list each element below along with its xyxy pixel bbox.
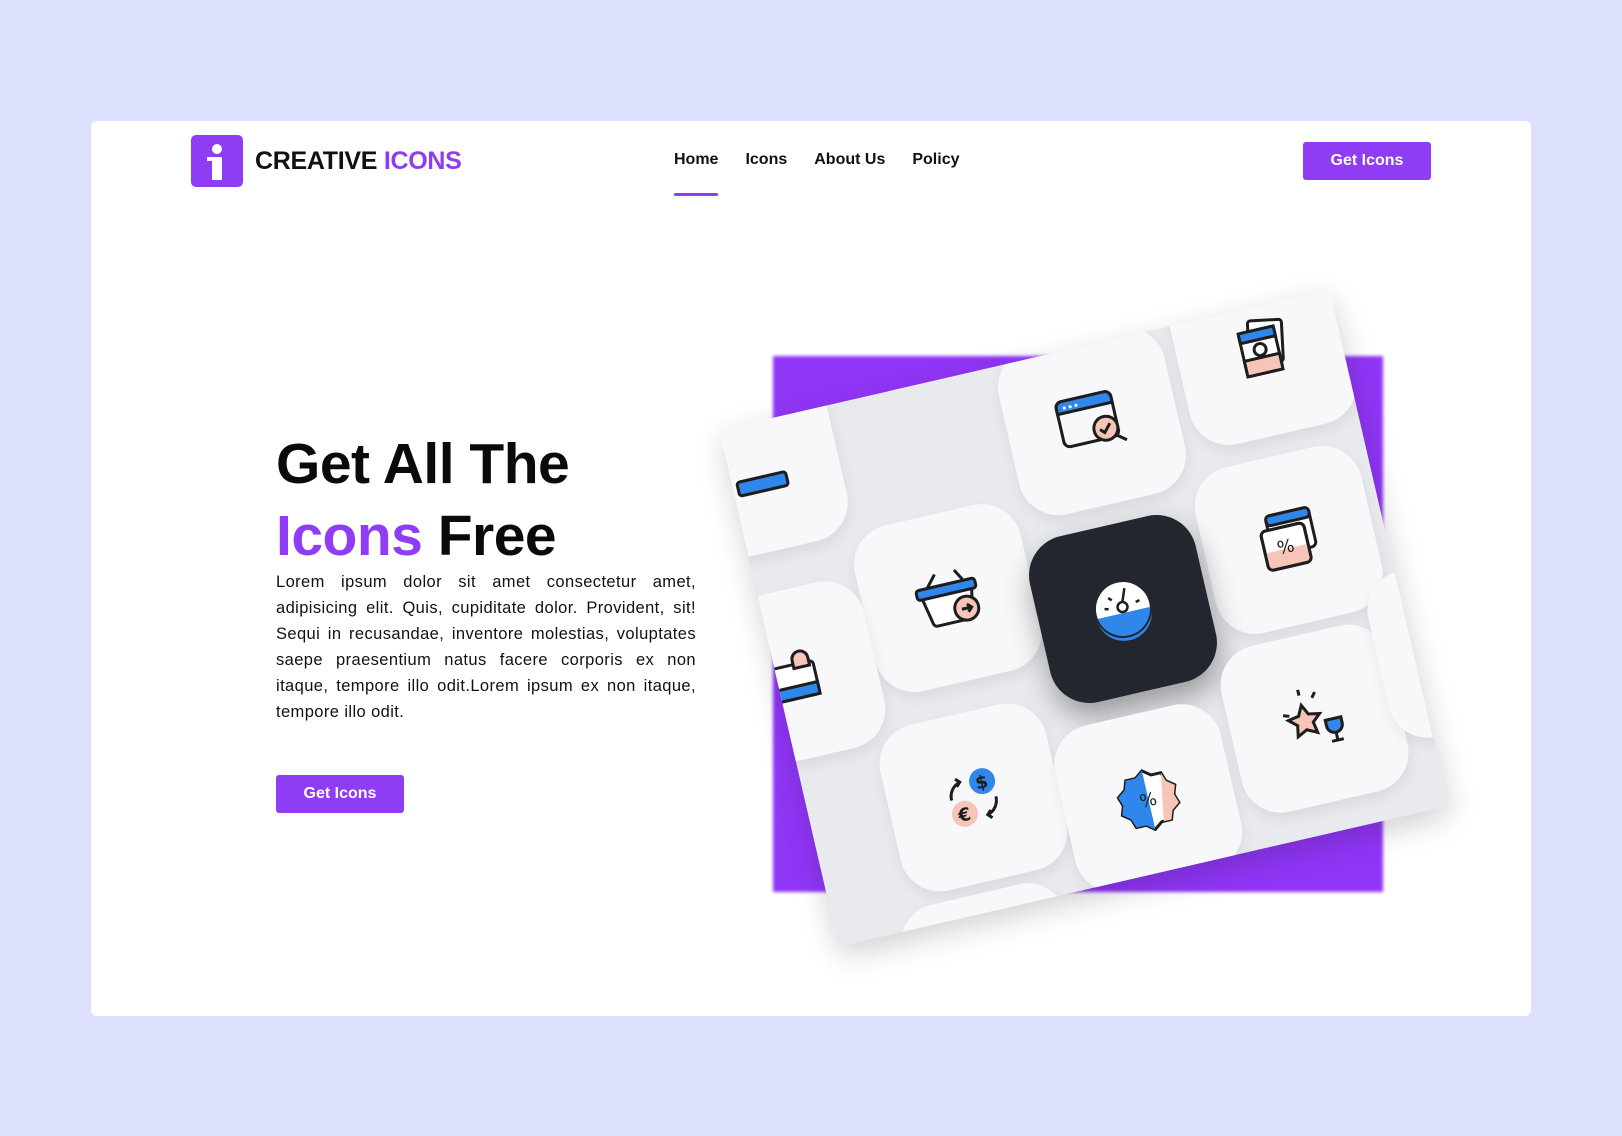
tile-currency-exchange: $ € bbox=[871, 695, 1076, 900]
brand-name: CREATIVE ICONS bbox=[255, 147, 462, 176]
star-trophy-icon bbox=[1282, 689, 1345, 743]
brand-name-part1: CREATIVE bbox=[255, 146, 378, 175]
browser-icon bbox=[1054, 390, 1128, 449]
speedometer-icon bbox=[1093, 580, 1152, 641]
chat-icon bbox=[1430, 615, 1449, 668]
documents-icon bbox=[1236, 317, 1285, 379]
nav-home[interactable]: Home bbox=[674, 151, 719, 196]
main-nav: Home Icons About Us Policy bbox=[674, 151, 987, 196]
info-letter-icon bbox=[191, 135, 243, 187]
hero-title: Get All The Icons Free bbox=[276, 428, 570, 572]
landing-page-card: CREATIVE ICONS Home Icons About Us Polic… bbox=[91, 121, 1531, 1016]
tile-discount-window: % bbox=[1186, 438, 1391, 642]
tile-browser bbox=[989, 319, 1194, 524]
brand-name-part2: ICONS bbox=[383, 146, 462, 175]
brand-logo[interactable]: CREATIVE ICONS bbox=[191, 135, 462, 187]
nav-about-us[interactable]: About Us bbox=[814, 151, 885, 169]
shopping-basket-icon bbox=[914, 569, 981, 628]
hero-description: Lorem ipsum dolor sit amet consectetur a… bbox=[276, 573, 696, 721]
discount-window-icon: % bbox=[1259, 506, 1318, 572]
notification-icon bbox=[947, 929, 1043, 946]
currency-exchange-icon: $ € bbox=[949, 768, 998, 827]
hero-title-rest: Free bbox=[422, 504, 557, 568]
hero-get-icons-button[interactable]: Get Icons bbox=[276, 775, 404, 813]
header-get-icons-button[interactable]: Get Icons bbox=[1303, 142, 1431, 180]
partial-window-icon bbox=[735, 470, 790, 498]
nav-icons[interactable]: Icons bbox=[745, 151, 787, 169]
hero-title-accent: Icons bbox=[276, 504, 423, 568]
hero-title-line1: Get All The bbox=[276, 432, 570, 496]
discount-badge-icon: % bbox=[1116, 769, 1181, 832]
notification-icon bbox=[765, 649, 822, 706]
tile-speedometer-featured bbox=[1021, 507, 1225, 711]
nav-policy[interactable]: Policy bbox=[912, 151, 959, 169]
tile-documents bbox=[1160, 289, 1365, 453]
